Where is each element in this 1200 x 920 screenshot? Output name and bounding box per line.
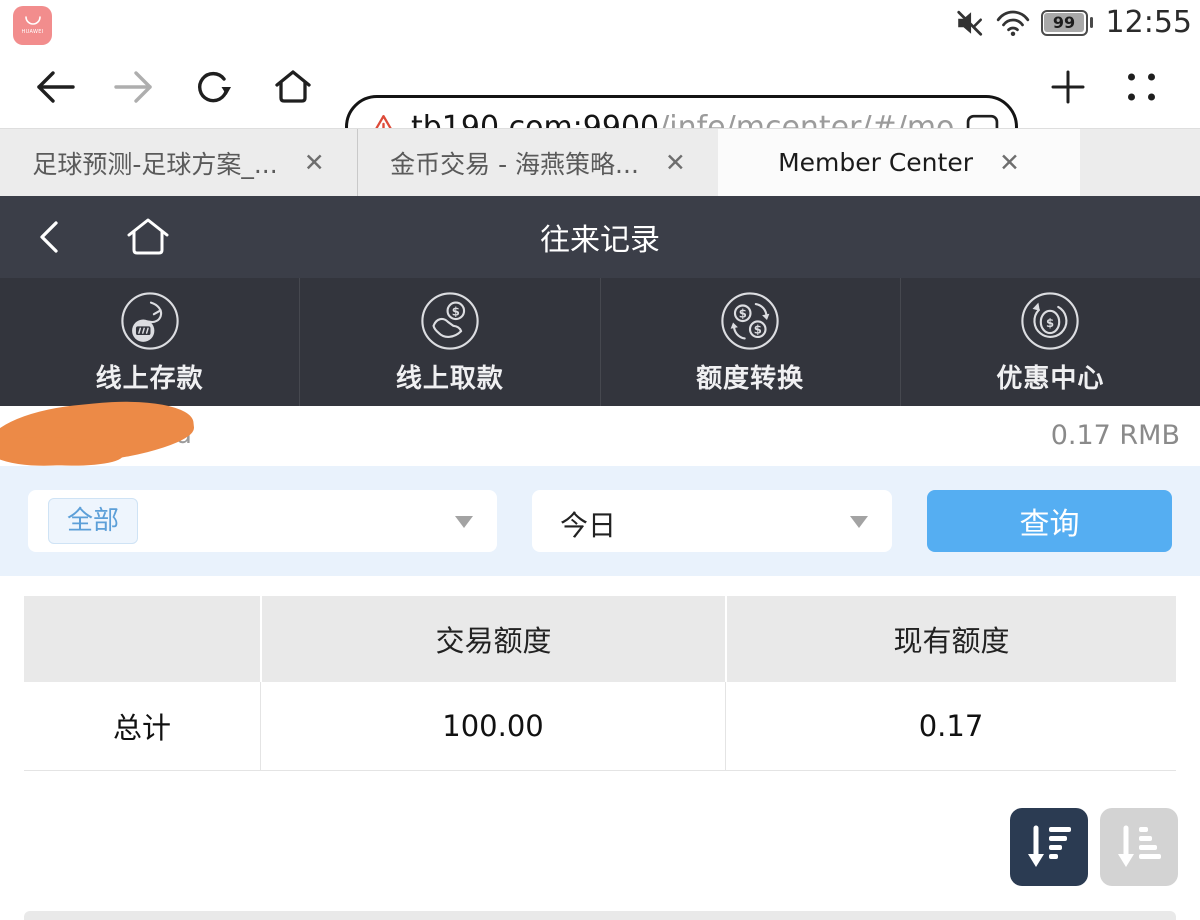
- header-cell-current-amount: 现有额度: [725, 596, 1176, 682]
- tab-title: Member Center: [778, 148, 973, 177]
- menu-item-quota-transfer[interactable]: $ $ 额度转换: [600, 278, 900, 406]
- withdraw-icon: $: [419, 290, 481, 352]
- transfer-icon: $ $: [719, 290, 781, 352]
- tab-title: 足球预测-足球方案_...: [32, 145, 277, 181]
- date-select-value: 今日: [560, 504, 616, 544]
- svg-text:$: $: [452, 304, 460, 318]
- svg-text:$: $: [754, 322, 762, 336]
- chevron-down-icon: [455, 516, 473, 528]
- sort-descending-button[interactable]: [1010, 808, 1088, 886]
- browser-toolbar: tb190.com:9900/infe/mcenter/#/mo: [0, 45, 1200, 128]
- total-transaction-amount: 100.00: [260, 682, 725, 770]
- appgallery-floating-icon[interactable]: HUAWEI: [13, 6, 52, 45]
- sort-amount-desc-icon: [1021, 819, 1077, 875]
- tab-member-center-active[interactable]: Member Center ✕: [718, 129, 1080, 196]
- header-cell-empty: [24, 596, 260, 682]
- close-icon[interactable]: ✕: [999, 148, 1020, 177]
- next-table-peek: [24, 911, 1176, 920]
- total-current-amount: 0.17: [725, 682, 1176, 770]
- back-button[interactable]: [33, 68, 77, 106]
- new-tab-button[interactable]: [1050, 69, 1086, 105]
- battery-percent: 99: [1044, 13, 1084, 32]
- menu-item-online-withdraw[interactable]: $ 线上取款: [299, 278, 599, 406]
- mute-icon: [955, 8, 985, 38]
- quick-menu: 线上存款 $ 线上取款 $ $ 额度转换: [0, 278, 1200, 406]
- back-arrow-icon: [33, 68, 77, 106]
- menu-item-label: 优惠中心: [996, 358, 1104, 395]
- status-bar: HUAWEI 99 12:55: [0, 0, 1200, 45]
- query-button[interactable]: 查询: [927, 490, 1172, 552]
- page-header: 往来记录: [0, 196, 1200, 278]
- tab-title: 金币交易 - 海燕策略...: [390, 145, 639, 181]
- chevron-down-icon: [850, 516, 868, 528]
- bag-handle-icon: [23, 16, 43, 28]
- type-select[interactable]: 全部: [28, 490, 497, 552]
- battery-indicator: 99: [1041, 10, 1088, 36]
- total-label: 总计: [24, 682, 260, 770]
- tab-bar-filler: [1080, 129, 1200, 196]
- svg-text:$: $: [1046, 315, 1054, 329]
- menu-item-label: 额度转换: [696, 358, 804, 395]
- account-row: a 0.17 RMB: [0, 406, 1200, 466]
- date-select[interactable]: 今日: [532, 490, 892, 552]
- main-content: 交易额度 现有额度 总计 100.00 0.17: [0, 576, 1200, 920]
- tab-coin-trade[interactable]: 金币交易 - 海燕策略... ✕: [357, 129, 718, 196]
- plus-icon: [1050, 69, 1086, 105]
- svg-text:$: $: [739, 306, 747, 320]
- close-icon[interactable]: ✕: [304, 148, 325, 177]
- orange-scribble-redaction: [0, 393, 196, 472]
- phone-screen: HUAWEI 99 12:55: [0, 0, 1200, 920]
- table-row-total: 总计 100.00 0.17: [24, 682, 1176, 771]
- forward-arrow-icon: [112, 68, 156, 106]
- sort-amount-asc-icon: [1111, 819, 1167, 875]
- type-chip: 全部: [48, 498, 138, 544]
- forward-button[interactable]: [112, 68, 156, 106]
- home-icon: [272, 68, 314, 106]
- menu-item-promo-center[interactable]: $ 优惠中心: [900, 278, 1200, 406]
- table-header-row: 交易额度 现有额度: [24, 596, 1176, 682]
- promo-icon: $: [1019, 290, 1081, 352]
- close-icon[interactable]: ✕: [665, 148, 686, 177]
- dots-grid-icon: [1128, 73, 1155, 100]
- sort-ascending-button[interactable]: [1100, 808, 1178, 886]
- page-title: 往来记录: [0, 215, 1200, 259]
- tab-football-predictions[interactable]: 足球预测-足球方案_... ✕: [0, 129, 357, 196]
- header-cell-transaction-amount: 交易额度: [260, 596, 725, 682]
- summary-table: 交易额度 现有额度 总计 100.00 0.17: [24, 596, 1176, 771]
- status-icons: 99 12:55: [955, 0, 1192, 45]
- tabs-menu-button[interactable]: [1128, 73, 1155, 100]
- menu-item-label: 线上取款: [396, 358, 504, 395]
- browser-home-button[interactable]: [272, 68, 314, 106]
- deposit-icon: [119, 290, 181, 352]
- filter-bar: 全部 今日 查询: [0, 466, 1200, 576]
- tab-bar: 足球预测-足球方案_... ✕ 金币交易 - 海燕策略... ✕ Member …: [0, 128, 1200, 196]
- menu-item-online-deposit[interactable]: 线上存款: [0, 278, 299, 406]
- wifi-icon: [995, 8, 1031, 38]
- balance-text: 0.17 RMB: [1051, 420, 1180, 451]
- refresh-icon: [192, 67, 232, 107]
- refresh-button[interactable]: [192, 67, 232, 107]
- menu-item-label: 线上存款: [96, 358, 204, 395]
- clock: 12:55: [1106, 5, 1192, 40]
- appgallery-label: HUAWEI: [22, 29, 44, 35]
